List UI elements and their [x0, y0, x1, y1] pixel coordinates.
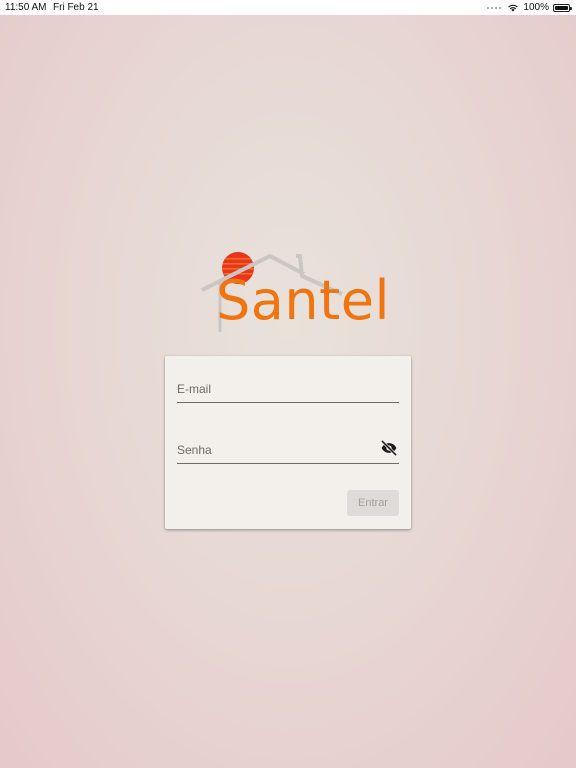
battery-icon [553, 3, 572, 12]
login-button[interactable]: Entrar [347, 490, 399, 516]
status-time: 11:50 AM [5, 2, 47, 13]
battery-percentage: 100% [523, 2, 549, 13]
email-field [177, 376, 399, 403]
status-date: Fri Feb 21 [53, 2, 99, 13]
logo-wordmark: Santel [216, 269, 390, 332]
login-card: Entrar [165, 356, 411, 529]
email-input[interactable] [177, 376, 377, 402]
eye-off-icon[interactable] [379, 438, 399, 458]
status-indicators: 100% [487, 0, 572, 15]
santel-logo: Santel [196, 250, 390, 342]
password-input[interactable] [177, 437, 377, 463]
wifi-icon [508, 4, 519, 12]
password-field [177, 437, 399, 464]
status-bar: 11:50 AM Fri Feb 21 100% [0, 0, 576, 15]
cellular-signal-icon [487, 6, 502, 9]
